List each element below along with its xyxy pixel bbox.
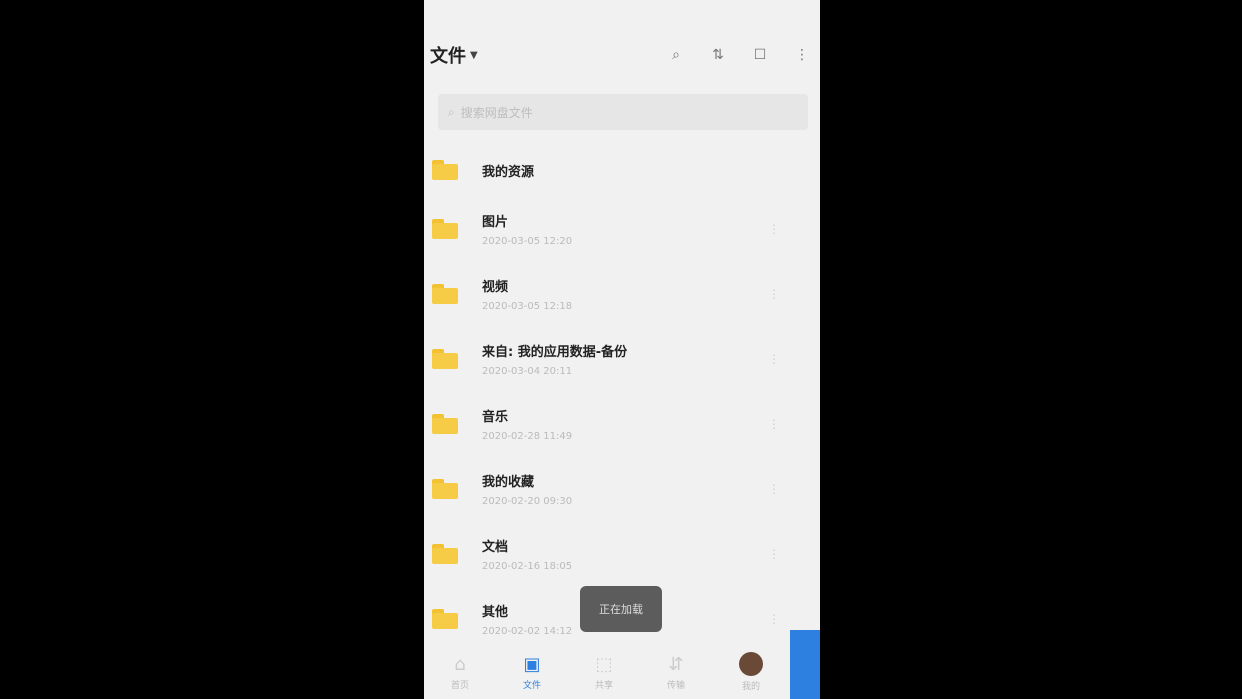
list-item[interactable]: 来自: 我的应用数据-备份 2020-03-04 20:11 ⋮	[424, 326, 820, 391]
folder-icon	[432, 543, 458, 564]
search-icon: ⌕	[448, 104, 455, 119]
folder-list: 我的资源 图片 2020-03-05 12:20 ⋮ 视频 2020-03-05…	[424, 144, 820, 651]
search-icon[interactable]: ⌕	[666, 47, 686, 63]
list-item[interactable]: 视频 2020-03-05 12:18 ⋮	[424, 261, 820, 326]
folder-name: 音乐	[482, 409, 509, 425]
search-bar[interactable]: ⌕ 搜索网盘文件	[438, 94, 808, 130]
folder-name: 其他	[482, 604, 509, 620]
folder-icon	[432, 283, 458, 304]
folder-date: 2020-03-05 12:20	[482, 235, 573, 247]
transfer-icon: ⇵	[668, 653, 684, 675]
page-title-dropdown[interactable]: 文件 ▼	[430, 42, 478, 68]
status-bar	[424, 0, 820, 26]
files-icon: ▣	[523, 653, 541, 675]
tab-label: 文件	[522, 680, 541, 691]
select-icon[interactable]: ☐	[750, 47, 770, 63]
folder-date: 2020-02-02 14:12	[482, 625, 573, 637]
folder-date: 2020-02-28 11:49	[482, 430, 573, 442]
folder-name: 图片	[482, 214, 509, 230]
folder-icon	[432, 478, 458, 499]
top-bar: 文件 ▼ ⌕ ⇅ ☐ ⋮	[424, 26, 820, 84]
bottom-tab-bar: ⌂ 首页 ▣ 文件 ⬚ 共享 ⇵ 传输 我的	[424, 645, 790, 699]
folder-icon	[432, 608, 458, 629]
tab-home[interactable]: ⌂ 首页	[451, 654, 469, 691]
folder-name: 视频	[482, 279, 509, 295]
more-icon[interactable]: ⋮	[768, 482, 780, 496]
folder-name: 我的资源	[482, 164, 535, 180]
tab-me[interactable]: 我的	[738, 652, 763, 692]
more-icon[interactable]: ⋮	[768, 352, 780, 366]
folder-icon	[432, 218, 458, 239]
search-placeholder: 搜索网盘文件	[460, 105, 533, 120]
more-icon[interactable]: ⋮	[768, 287, 780, 301]
top-actions: ⌕ ⇅ ☐ ⋮	[666, 47, 814, 63]
avatar	[738, 652, 763, 676]
home-icon: ⌂	[454, 653, 466, 675]
folder-date: 2020-03-04 20:11	[482, 365, 573, 377]
folder-date: 2020-03-05 12:18	[482, 300, 573, 312]
list-item[interactable]: 图片 2020-03-05 12:20 ⋮	[424, 196, 820, 261]
list-item[interactable]: 文档 2020-02-16 18:05 ⋮	[424, 521, 820, 586]
phone-screen: 文件 ▼ ⌕ ⇅ ☐ ⋮ ⌕ 搜索网盘文件 我的资源 图片 2020-03-05…	[424, 0, 820, 699]
share-icon: ⬚	[595, 653, 613, 675]
folder-name: 来自: 我的应用数据-备份	[482, 344, 628, 360]
folder-date: 2020-02-16 18:05	[482, 560, 573, 572]
folder-date: 2020-02-20 09:30	[482, 495, 573, 507]
folder-icon	[432, 160, 458, 180]
tab-label: 首页	[450, 680, 469, 691]
tab-label: 我的	[741, 682, 760, 692]
loading-toast: 正在加载	[580, 586, 662, 632]
tab-transfer[interactable]: ⇵ 传输	[667, 654, 685, 691]
chevron-down-icon: ▼	[470, 49, 478, 61]
list-item[interactable]: 我的资源	[424, 144, 820, 196]
tab-label: 共享	[594, 680, 613, 691]
more-icon[interactable]: ⋮	[792, 47, 812, 63]
folder-name: 我的收藏	[482, 474, 535, 490]
folder-icon	[432, 348, 458, 369]
folder-name: 文档	[482, 539, 509, 555]
sort-icon[interactable]: ⇅	[708, 47, 728, 63]
list-item[interactable]: 我的收藏 2020-02-20 09:30 ⋮	[424, 456, 820, 521]
more-icon[interactable]: ⋮	[768, 222, 780, 236]
list-item[interactable]: 音乐 2020-02-28 11:49 ⋮	[424, 391, 820, 456]
more-icon[interactable]: ⋮	[768, 547, 780, 561]
upload-button[interactable]	[790, 630, 820, 699]
more-icon[interactable]: ⋮	[768, 417, 780, 431]
tab-share[interactable]: ⬚ 共享	[595, 654, 613, 691]
tab-label: 传输	[666, 680, 685, 691]
tab-files[interactable]: ▣ 文件	[523, 654, 541, 691]
more-icon[interactable]: ⋮	[768, 612, 780, 626]
folder-icon	[432, 413, 458, 434]
page-title: 文件	[430, 46, 466, 67]
